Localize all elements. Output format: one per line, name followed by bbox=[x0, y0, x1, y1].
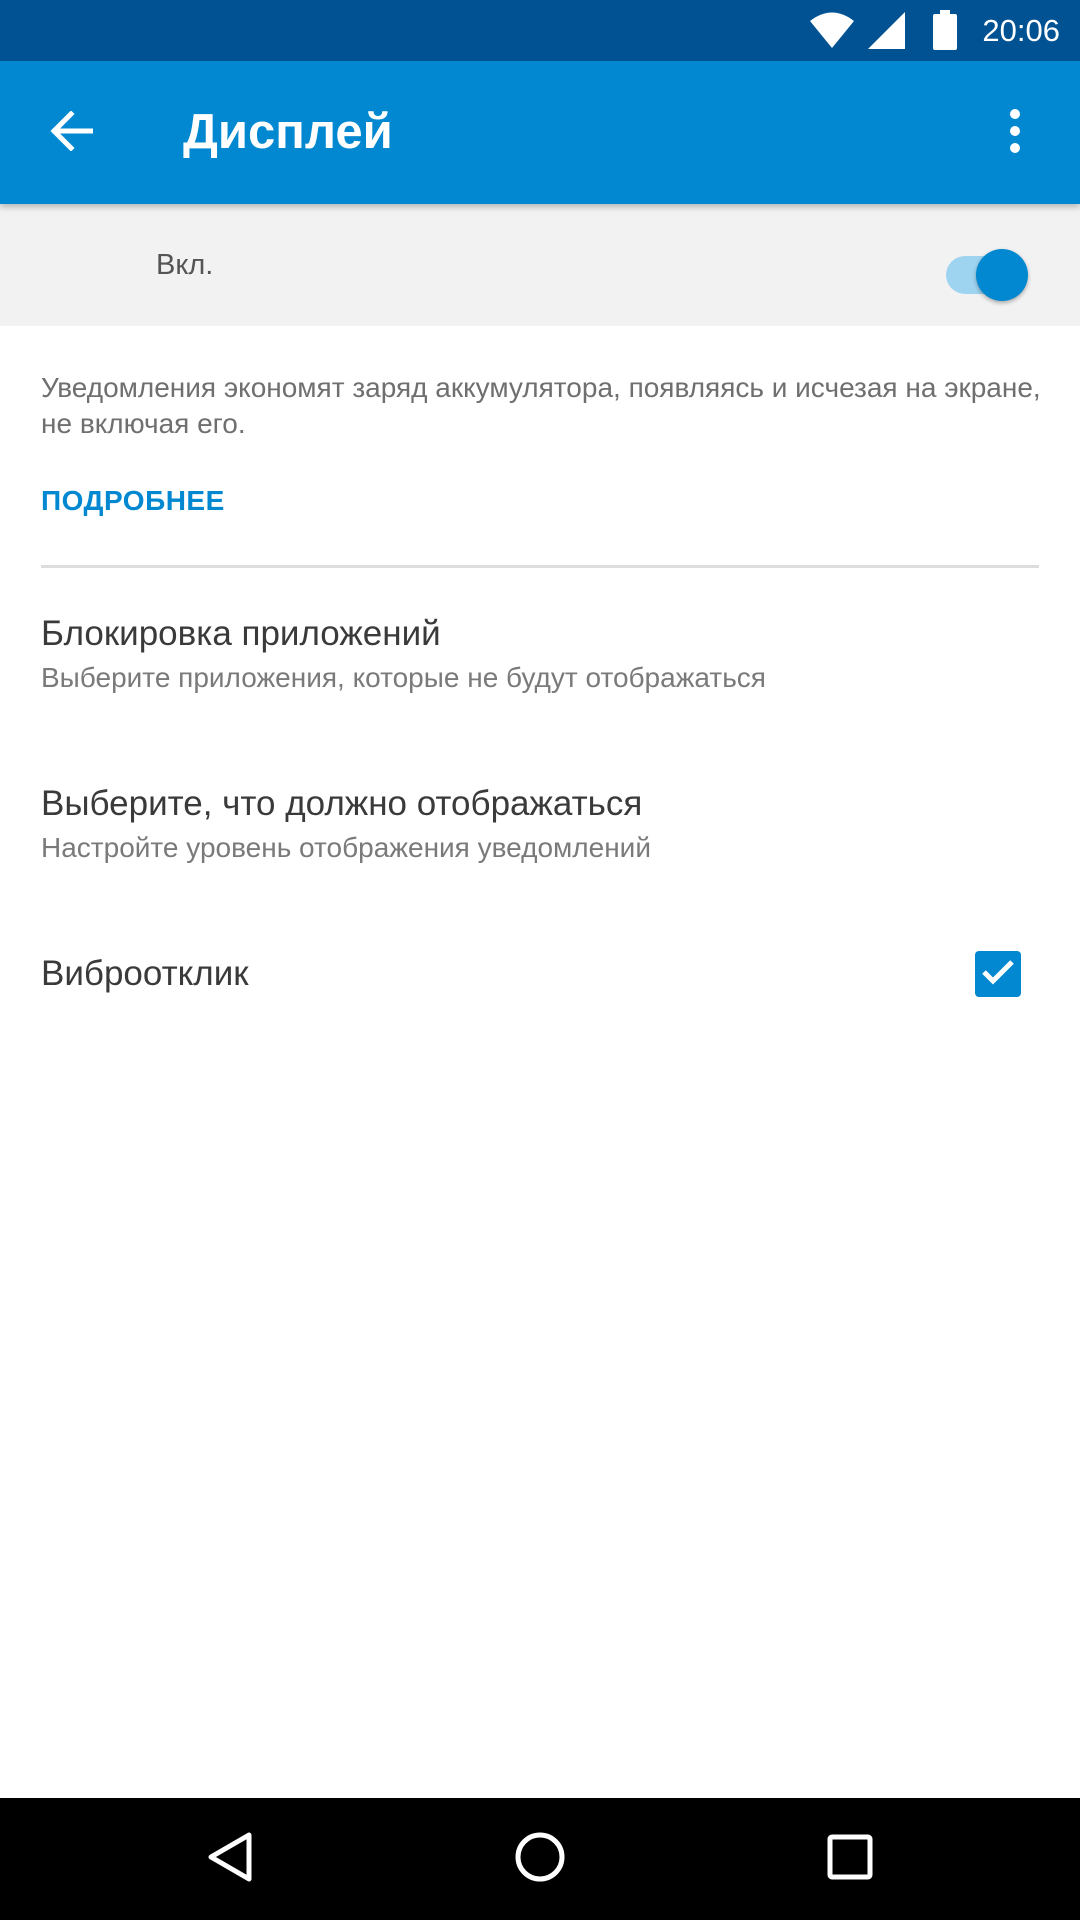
battery-icon bbox=[933, 10, 957, 55]
learn-more-link[interactable]: ПОДРОБНЕЕ bbox=[41, 485, 225, 517]
nav-bar bbox=[0, 1798, 1080, 1920]
cell-signal-icon bbox=[868, 12, 906, 55]
pref-title: Виброотклик bbox=[41, 954, 249, 993]
status-time: 20:06 bbox=[982, 13, 1060, 48]
haptic-checkbox[interactable] bbox=[975, 951, 1021, 997]
nav-home-button[interactable] bbox=[500, 1819, 580, 1899]
page-title: Дисплей bbox=[183, 105, 393, 159]
divider bbox=[41, 565, 1039, 568]
back-triangle-icon bbox=[205, 1831, 255, 1888]
more-vert-icon bbox=[1009, 108, 1021, 158]
wifi-icon bbox=[810, 12, 854, 55]
check-icon bbox=[981, 958, 1015, 991]
pref-title: Блокировка приложений bbox=[41, 614, 441, 653]
pref-summary: Выберите приложения, которые не будут от… bbox=[41, 662, 766, 693]
pref-choose-display[interactable]: Выберите, что должно отображаться Настро… bbox=[0, 770, 1080, 900]
master-switch-label: Вкл. bbox=[156, 249, 214, 281]
home-circle-icon bbox=[514, 1831, 566, 1888]
nav-recents-button[interactable] bbox=[810, 1819, 890, 1899]
pref-block-apps[interactable]: Блокировка приложений Выберите приложени… bbox=[0, 600, 1080, 730]
back-button[interactable] bbox=[36, 98, 106, 168]
app-bar: Дисплей bbox=[0, 61, 1080, 204]
toggle-thumb bbox=[976, 249, 1028, 301]
master-switch-toggle[interactable] bbox=[946, 240, 1030, 301]
pref-summary: Настройте уровень отображения уведомлени… bbox=[41, 832, 651, 863]
status-bar: 20:06 bbox=[0, 0, 1080, 61]
nav-back-button[interactable] bbox=[190, 1819, 270, 1899]
pref-title: Выберите, что должно отображаться bbox=[41, 784, 643, 823]
description-text: Уведомления экономят заряд аккумулятора,… bbox=[41, 372, 1041, 439]
arrow-back-icon bbox=[49, 109, 94, 156]
recents-square-icon bbox=[827, 1834, 873, 1885]
master-switch-bar[interactable]: Вкл. bbox=[0, 204, 1080, 326]
pref-haptic-feedback[interactable]: Виброотклик bbox=[0, 930, 1080, 1020]
overflow-menu-button[interactable] bbox=[980, 98, 1050, 168]
